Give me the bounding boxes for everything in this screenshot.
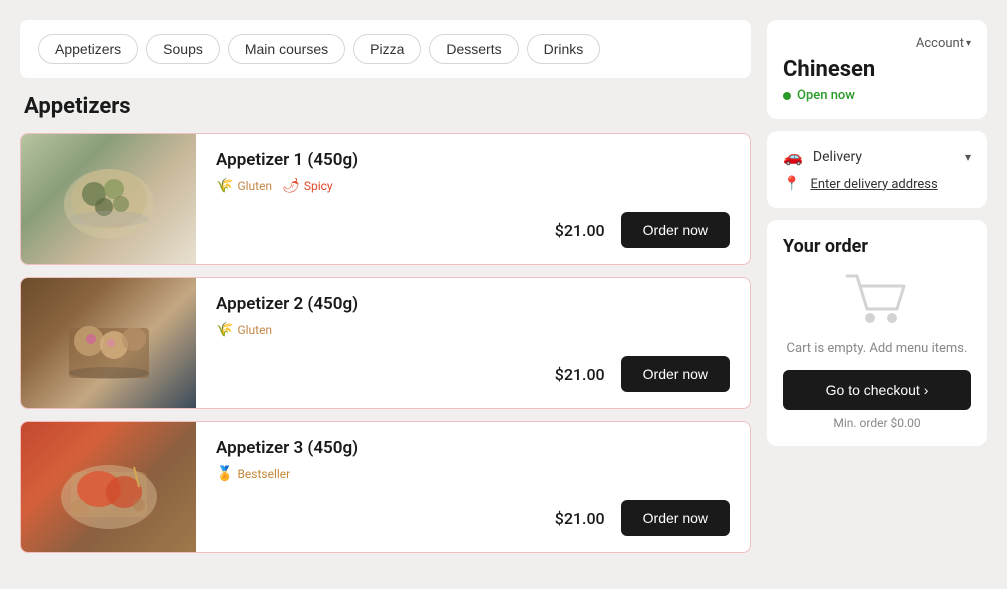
tag-spicy-label: Spicy	[304, 179, 333, 193]
gluten-icon-2: 🌾	[216, 322, 233, 338]
tag-bestseller-3: 🏅 Bestseller	[216, 466, 290, 482]
menu-list: Appetizer 1 (450g) 🌾 Gluten 🌶 Spicy $21.	[20, 133, 751, 565]
tag-gluten-1: 🌾 Gluten	[216, 178, 272, 194]
food-illustration-3	[49, 437, 169, 537]
price-2: $21.00	[555, 365, 605, 384]
main-content: Appetizers Soups Main courses Pizza Dess…	[20, 20, 751, 569]
gluten-icon: 🌾	[216, 178, 233, 194]
tag-gluten-label: Gluten	[237, 179, 272, 193]
menu-item-bottom-2: $21.00 Order now	[216, 356, 730, 392]
delivery-car-icon: 🚗	[783, 147, 803, 166]
delivery-dropdown-icon[interactable]: ▾	[965, 150, 971, 164]
menu-item-details-2: Appetizer 2 (450g) 🌾 Gluten $21.00 Order…	[196, 278, 750, 408]
menu-item-tags-3: 🏅 Bestseller	[216, 466, 730, 482]
menu-item-tags-2: 🌾 Gluten	[216, 322, 730, 338]
open-status-label: Open now	[797, 88, 855, 103]
delivery-row: 🚗 Delivery ▾	[783, 147, 971, 166]
sidebar: Account ▾ Chinesen Open now 🚗 Delivery ▾…	[767, 20, 987, 569]
menu-item-name-1: Appetizer 1 (450g)	[216, 150, 730, 170]
delivery-address-link[interactable]: Enter delivery address	[810, 177, 937, 192]
open-status-dot	[783, 92, 791, 100]
tag-bestseller-label: Bestseller	[237, 467, 290, 481]
order-button-3[interactable]: Order now	[621, 500, 730, 536]
order-button-1[interactable]: Order now	[621, 212, 730, 248]
food-illustration-2	[49, 293, 169, 393]
menu-item-bottom-1: $21.00 Order now	[216, 212, 730, 248]
delivery-card: 🚗 Delivery ▾ 📍 Enter delivery address	[767, 131, 987, 208]
order-card: Your order Cart is empty. Add menu items…	[767, 220, 987, 446]
category-drinks[interactable]: Drinks	[527, 34, 601, 64]
restaurant-name: Chinesen	[783, 57, 971, 82]
tag-gluten-2: 🌾 Gluten	[216, 322, 272, 338]
cart-empty-text: Cart is empty. Add menu items.	[783, 341, 971, 356]
menu-item-image-1	[21, 134, 196, 264]
category-pizza[interactable]: Pizza	[353, 34, 421, 64]
menu-item-details-3: Appetizer 3 (450g) 🏅 Bestseller $21.00 O…	[196, 422, 750, 552]
menu-item-image-2	[21, 278, 196, 408]
order-button-2[interactable]: Order now	[621, 356, 730, 392]
cart-icon	[842, 271, 912, 331]
address-row: 📍 Enter delivery address	[783, 176, 971, 192]
category-nav: Appetizers Soups Main courses Pizza Dess…	[20, 20, 751, 78]
min-order-label: Min. order $0.00	[783, 416, 971, 430]
your-order-title: Your order	[783, 236, 971, 257]
tag-gluten-label-2: Gluten	[237, 323, 272, 337]
menu-item-2: Appetizer 2 (450g) 🌾 Gluten $21.00 Order…	[20, 277, 751, 409]
location-pin-icon: 📍	[783, 176, 800, 192]
category-main-courses[interactable]: Main courses	[228, 34, 345, 64]
menu-item-image-3	[21, 422, 196, 552]
category-soups[interactable]: Soups	[146, 34, 220, 64]
cart-icon-area	[783, 271, 971, 331]
account-link[interactable]: Account ▾	[916, 36, 971, 51]
menu-item-details-1: Appetizer 1 (450g) 🌾 Gluten 🌶 Spicy $21.	[196, 134, 750, 264]
food-illustration-1	[49, 149, 169, 249]
restaurant-card: Account ▾ Chinesen Open now	[767, 20, 987, 119]
menu-item-3: Appetizer 3 (450g) 🏅 Bestseller $21.00 O…	[20, 421, 751, 553]
account-chevron-icon: ▾	[966, 38, 971, 49]
account-label: Account	[916, 36, 964, 51]
delivery-label: Delivery	[813, 149, 955, 165]
checkout-button[interactable]: Go to checkout ›	[783, 370, 971, 410]
section-title: Appetizers	[20, 94, 751, 119]
price-1: $21.00	[555, 221, 605, 240]
category-desserts[interactable]: Desserts	[429, 34, 518, 64]
category-appetizers[interactable]: Appetizers	[38, 34, 138, 64]
menu-item-bottom-3: $21.00 Order now	[216, 500, 730, 536]
menu-item-name-2: Appetizer 2 (450g)	[216, 294, 730, 314]
price-3: $21.00	[555, 509, 605, 528]
menu-item-tags-1: 🌾 Gluten 🌶 Spicy	[216, 178, 730, 194]
open-status: Open now	[783, 88, 971, 103]
tag-spicy-1: 🌶 Spicy	[282, 178, 333, 194]
menu-item-1: Appetizer 1 (450g) 🌾 Gluten 🌶 Spicy $21.	[20, 133, 751, 265]
spicy-icon: 🌶	[282, 178, 300, 194]
menu-item-name-3: Appetizer 3 (450g)	[216, 438, 730, 458]
account-row: Account ▾	[783, 36, 971, 51]
bestseller-icon: 🏅	[216, 466, 233, 482]
